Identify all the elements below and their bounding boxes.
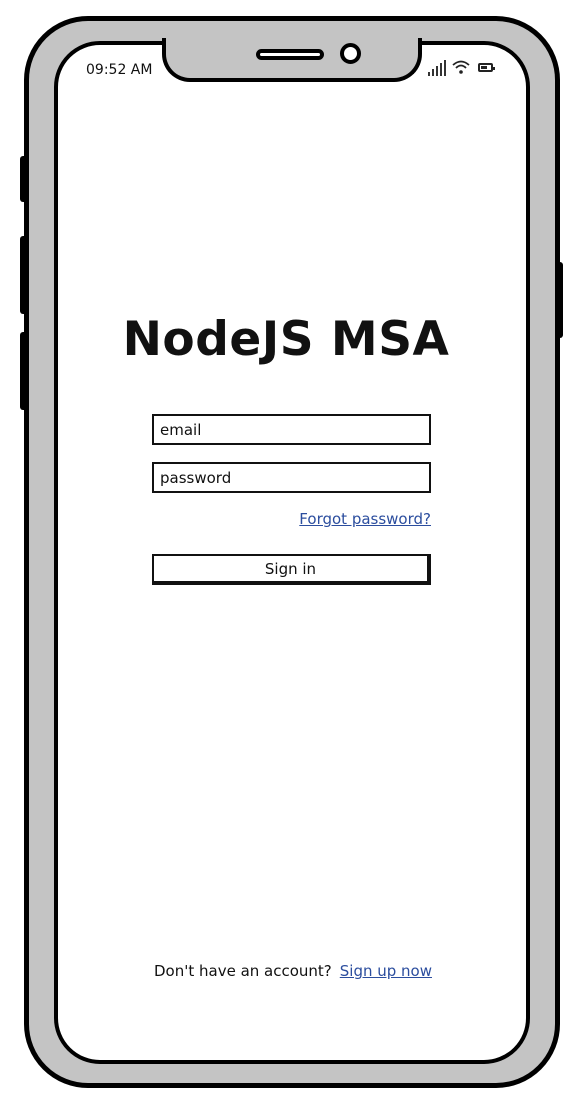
battery-icon [478,63,495,72]
front-camera [340,43,361,64]
phone-screen [54,41,530,1064]
signup-prompt: Don't have an account? Sign up now [154,962,432,980]
sign-up-link[interactable]: Sign up now [340,962,432,980]
wifi-icon [452,60,470,74]
speaker-grille [256,49,324,60]
signup-prompt-text: Don't have an account? [153,962,332,980]
email-field[interactable] [152,414,431,445]
cellular-signal-icon [428,60,448,76]
sign-in-button[interactable]: Sign in [152,554,431,585]
page-title: NodeJS MSA [122,312,450,367]
status-time: 09:52 AM [86,62,153,78]
password-field[interactable] [152,462,431,493]
phone-notch [162,38,422,82]
forgot-password-link[interactable]: Forgot password? [299,510,431,528]
